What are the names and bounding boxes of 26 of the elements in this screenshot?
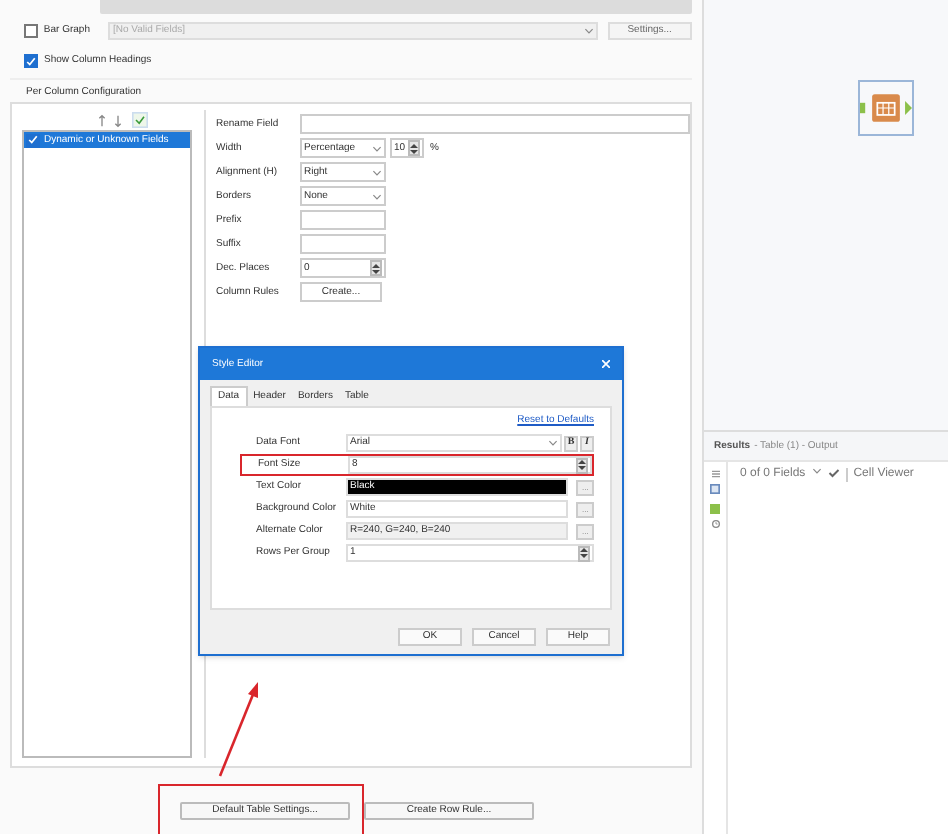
spinner-icon[interactable] xyxy=(578,545,590,561)
move-down-icon[interactable] xyxy=(114,113,122,127)
spinner-icon[interactable] xyxy=(370,260,382,276)
spinner-icon[interactable] xyxy=(576,457,588,473)
caret-icon xyxy=(811,468,822,474)
clock-icon[interactable] xyxy=(711,520,719,528)
annotation-arrow xyxy=(216,680,264,780)
style-field[interactable] xyxy=(100,0,692,14)
move-up-icon[interactable] xyxy=(98,113,106,127)
caret-icon xyxy=(548,440,558,446)
close-icon[interactable] xyxy=(602,360,610,368)
check-icon[interactable] xyxy=(827,468,840,478)
caret-icon xyxy=(372,169,382,175)
caret-icon xyxy=(372,145,382,151)
text-field[interactable] xyxy=(300,234,386,254)
text-field[interactable] xyxy=(300,114,690,134)
caret-icon xyxy=(372,193,382,199)
text-field[interactable] xyxy=(300,210,386,230)
list-icon[interactable] xyxy=(711,470,719,478)
checkbox[interactable] xyxy=(24,24,38,38)
caret-icon xyxy=(583,28,594,34)
spinner-icon[interactable] xyxy=(408,140,420,156)
table-icon[interactable] xyxy=(710,484,720,494)
checkbox[interactable] xyxy=(26,133,40,147)
table-tool-node[interactable] xyxy=(858,80,914,136)
checkbox[interactable] xyxy=(24,54,38,68)
